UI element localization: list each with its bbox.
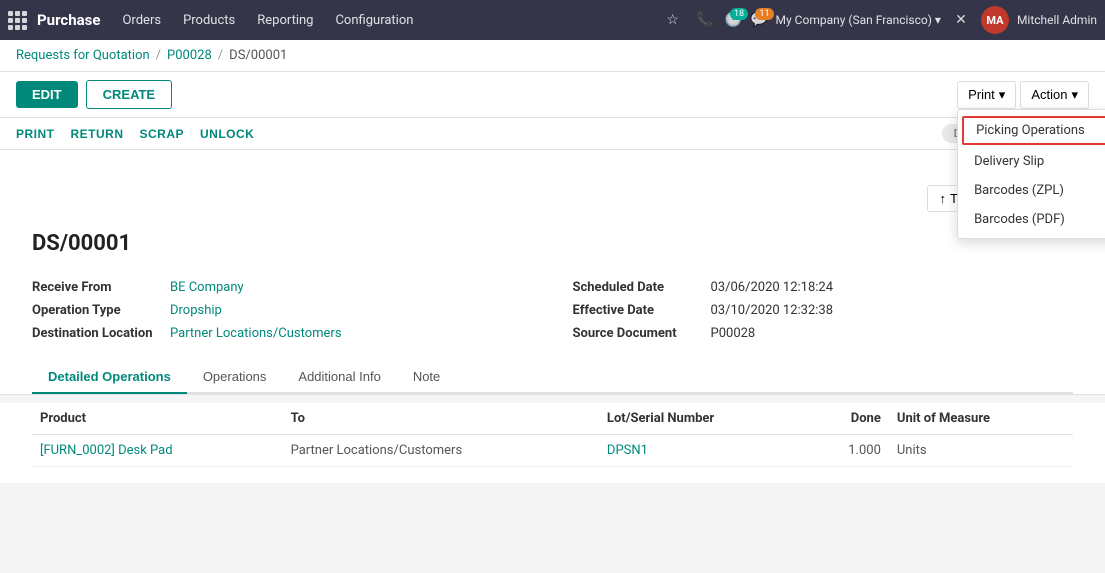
scheduled-date-label: Scheduled Date xyxy=(573,280,703,295)
print-button[interactable]: Print ▾ xyxy=(957,81,1016,109)
clock-count: 18 xyxy=(730,8,748,20)
dropdown-item-barcodes-pdf[interactable]: Barcodes (PDF) xyxy=(958,205,1105,234)
tab-additional-info[interactable]: Additional Info xyxy=(282,361,396,394)
scrap-button[interactable]: SCRAP xyxy=(140,127,185,141)
top-right-actions: ☆ 📞 🕐 18 💬 11 My Company (San Francisco)… xyxy=(661,6,1097,34)
menu-reporting[interactable]: Reporting xyxy=(247,9,323,32)
menu-products[interactable]: Products xyxy=(173,9,245,32)
destination-location-row: Destination Location Partner Locations/C… xyxy=(32,322,533,345)
print-dropdown-menu: Picking Operations Delivery Slip Barcode… xyxy=(957,109,1105,239)
form-card: ↑ Traceability $ DS/00001 Receive From B… xyxy=(0,150,1105,395)
breadcrumb-current: DS/00001 xyxy=(229,48,287,63)
left-fields: Receive From BE Company Operation Type D… xyxy=(32,276,533,345)
receive-from-value[interactable]: BE Company xyxy=(170,280,244,295)
clock-badge-icon[interactable]: 🕐 18 xyxy=(725,12,742,28)
print-action-group: Print ▾ Picking Operations Delivery Slip… xyxy=(957,81,1089,109)
star-icon[interactable]: ☆ xyxy=(661,8,685,32)
sub-action-bar: PRINT RETURN SCRAP UNLOCK DRAFT WAITING xyxy=(0,118,1105,150)
phone-icon[interactable]: 📞 xyxy=(693,8,717,32)
menu-configuration[interactable]: Configuration xyxy=(325,9,423,32)
main-content: ↑ Traceability $ DS/00001 Receive From B… xyxy=(0,150,1105,550)
form-fields: Receive From BE Company Operation Type D… xyxy=(32,276,1073,345)
avatar[interactable]: MA xyxy=(981,6,1009,34)
apps-icon[interactable] xyxy=(8,11,27,30)
operation-type-value[interactable]: Dropship xyxy=(170,303,222,318)
breadcrumb-sep-2: / xyxy=(218,48,223,63)
cell-product[interactable]: [FURN_0002] Desk Pad xyxy=(32,435,283,467)
col-product: Product xyxy=(32,403,283,435)
col-to: To xyxy=(283,403,599,435)
effective-date-label: Effective Date xyxy=(573,303,703,318)
cell-to: Partner Locations/Customers xyxy=(283,435,599,467)
chat-badge-icon[interactable]: 💬 11 xyxy=(750,12,767,28)
dropdown-item-picking-operations[interactable]: Picking Operations xyxy=(962,116,1105,145)
unlock-button[interactable]: UNLOCK xyxy=(200,127,254,141)
breadcrumb-rfq[interactable]: Requests for Quotation xyxy=(16,48,150,63)
dropdown-item-delivery-slip[interactable]: Delivery Slip xyxy=(958,147,1105,176)
action-button[interactable]: Action ▾ xyxy=(1020,81,1089,109)
effective-date-row: Effective Date 03/10/2020 12:32:38 xyxy=(573,299,1074,322)
print-dropdown-wrapper: Print ▾ Picking Operations Delivery Slip… xyxy=(957,81,1016,109)
cell-done: 1.000 xyxy=(807,435,889,467)
traceability-up-icon: ↑ xyxy=(940,191,947,206)
print-chevron-icon: ▾ xyxy=(999,87,1006,103)
tab-operations[interactable]: Operations xyxy=(187,361,283,394)
top-navigation: Purchase Orders Products Reporting Confi… xyxy=(0,0,1105,40)
source-document-label: Source Document xyxy=(573,326,703,341)
operation-type-row: Operation Type Dropship xyxy=(32,299,533,322)
col-done: Done xyxy=(807,403,889,435)
effective-date-value: 03/10/2020 12:32:38 xyxy=(711,303,834,318)
breadcrumb: Requests for Quotation / P00028 / DS/000… xyxy=(0,40,1105,72)
table-header: Product To Lot/Serial Number Done Unit o… xyxy=(32,403,1073,435)
col-lot-serial: Lot/Serial Number xyxy=(599,403,807,435)
scheduled-date-value: 03/06/2020 12:18:24 xyxy=(711,280,834,295)
top-menu: Orders Products Reporting Configuration xyxy=(112,9,423,32)
col-uom: Unit of Measure xyxy=(889,403,1073,435)
destination-location-value[interactable]: Partner Locations/Customers xyxy=(170,326,342,341)
dropdown-item-barcodes-zpl[interactable]: Barcodes (ZPL) xyxy=(958,176,1105,205)
right-fields: Scheduled Date 03/06/2020 12:18:24 Effec… xyxy=(573,276,1074,345)
menu-orders[interactable]: Orders xyxy=(112,9,171,32)
record-title: DS/00001 xyxy=(32,231,1073,256)
destination-location-label: Destination Location xyxy=(32,326,162,341)
receive-from-row: Receive From BE Company xyxy=(32,276,533,299)
source-document-row: Source Document P00028 xyxy=(573,322,1074,345)
chat-count: 11 xyxy=(755,8,773,20)
table-row: [FURN_0002] Desk Pad Partner Locations/C… xyxy=(32,435,1073,467)
print-sub-button[interactable]: PRINT xyxy=(16,127,55,141)
cell-uom: Units xyxy=(889,435,1073,467)
action-bar: EDIT CREATE Print ▾ Picking Operations D… xyxy=(0,72,1105,118)
user-name: Mitchell Admin xyxy=(1017,13,1097,27)
receive-from-label: Receive From xyxy=(32,280,162,295)
table-body: [FURN_0002] Desk Pad Partner Locations/C… xyxy=(32,435,1073,467)
company-name[interactable]: My Company (San Francisco) ▾ xyxy=(776,13,941,27)
tab-note[interactable]: Note xyxy=(397,361,456,394)
operations-table: Product To Lot/Serial Number Done Unit o… xyxy=(32,403,1073,467)
breadcrumb-p00028[interactable]: P00028 xyxy=(167,48,212,63)
action-chevron-icon: ▾ xyxy=(1071,87,1078,103)
cell-lot-serial: DPSN1 xyxy=(599,435,807,467)
close-icon[interactable]: ✕ xyxy=(949,8,973,32)
breadcrumb-sep-1: / xyxy=(156,48,161,63)
operation-type-label: Operation Type xyxy=(32,303,162,318)
tabs-bar: Detailed Operations Operations Additiona… xyxy=(32,361,1073,394)
table-section: Product To Lot/Serial Number Done Unit o… xyxy=(0,403,1105,483)
source-document-value: P00028 xyxy=(711,326,756,341)
tab-detailed-operations[interactable]: Detailed Operations xyxy=(32,361,187,394)
app-brand: Purchase xyxy=(37,11,100,29)
create-button[interactable]: CREATE xyxy=(86,80,172,109)
return-button[interactable]: RETURN xyxy=(71,127,124,141)
edit-button[interactable]: EDIT xyxy=(16,81,78,108)
scheduled-date-row: Scheduled Date 03/06/2020 12:18:24 xyxy=(573,276,1074,299)
form-toolbar: ↑ Traceability $ xyxy=(32,174,1073,223)
